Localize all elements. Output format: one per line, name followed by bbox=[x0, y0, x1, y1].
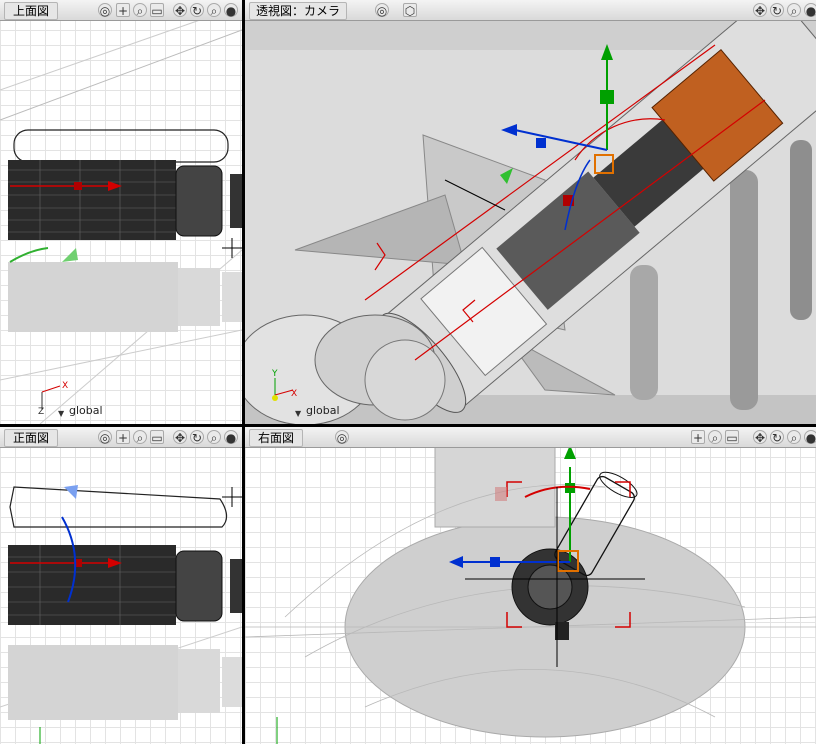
svg-text:Z: Z bbox=[38, 407, 44, 417]
rotate-icon[interactable]: ↻ bbox=[190, 430, 204, 445]
cube-icon[interactable]: ⬡ bbox=[403, 3, 417, 18]
magnify-icon[interactable]: ⌕ bbox=[787, 430, 801, 445]
pan-icon[interactable]: ✥ bbox=[173, 430, 187, 445]
pan-icon[interactable]: ✥ bbox=[173, 3, 187, 18]
sphere-icon[interactable]: ● bbox=[804, 430, 816, 445]
camera-icon[interactable]: ▭ bbox=[150, 3, 164, 18]
svg-text:X: X bbox=[62, 381, 68, 391]
viewport-header: 透視図：カメラ ◎ ⬡ ✥ ↻ ⌕ ● bbox=[245, 0, 816, 21]
spiral-icon[interactable]: ◎ bbox=[98, 3, 112, 18]
viewport-title[interactable]: 透視図：カメラ bbox=[249, 2, 348, 20]
coordinate-system-label[interactable]: global bbox=[69, 404, 103, 417]
zoom-icon[interactable]: ⌕ bbox=[708, 430, 722, 445]
sphere-icon[interactable]: ● bbox=[224, 430, 238, 445]
viewport-title[interactable]: 正面図 bbox=[4, 429, 59, 447]
top-viewport[interactable]: 上面図 ◎ + ⌕ ▭ ✥ ↻ ⌕ ● X Z ▼ global bbox=[0, 0, 242, 424]
viewport-header: 上面図 ◎ + ⌕ ▭ ✥ ↻ ⌕ ● bbox=[0, 0, 242, 21]
outline-body bbox=[13, 129, 229, 163]
gizmo-center bbox=[74, 182, 82, 190]
sphere-icon[interactable]: ● bbox=[224, 3, 238, 18]
zoom-icon[interactable]: ⌕ bbox=[133, 3, 147, 18]
move-icon[interactable]: + bbox=[116, 3, 130, 18]
camera-icon[interactable]: ▭ bbox=[150, 430, 164, 445]
ghost-body bbox=[8, 262, 178, 332]
viewport-separator-vertical[interactable] bbox=[242, 0, 245, 744]
viewport-separator-horizontal[interactable] bbox=[0, 424, 816, 427]
move-icon[interactable]: + bbox=[116, 430, 130, 445]
spiral-icon[interactable]: ◎ bbox=[335, 430, 349, 445]
zoom-icon[interactable]: ⌕ bbox=[133, 430, 147, 445]
viewport-header: 右面図 ◎ + ⌕ ▭ ✥ ↻ ⌕ ● bbox=[245, 427, 816, 448]
dropdown-icon[interactable]: ▼ bbox=[295, 409, 301, 418]
pan-icon[interactable]: ✥ bbox=[753, 3, 767, 18]
dropdown-icon[interactable]: ▼ bbox=[58, 409, 64, 418]
rotate-icon[interactable]: ↻ bbox=[770, 430, 784, 445]
top-view-scene: X Z bbox=[0, 19, 242, 424]
viewport-title[interactable]: 右面図 bbox=[249, 429, 304, 447]
spiral-icon[interactable]: ◎ bbox=[98, 430, 112, 445]
perspective-scene: Y X bbox=[245, 0, 816, 424]
viewport-header: 正面図 ◎ + ⌕ ▭ ✥ ↻ ⌕ ● bbox=[0, 427, 242, 448]
coordinate-system-label[interactable]: global bbox=[306, 404, 340, 417]
perspective-viewport[interactable]: 透視図：カメラ ◎ ⬡ ✥ ↻ ⌕ ● Y X ▼ global bbox=[245, 0, 816, 424]
rotate-icon[interactable]: ↻ bbox=[770, 3, 784, 18]
move-icon[interactable]: + bbox=[691, 430, 705, 445]
svg-text:X: X bbox=[291, 389, 297, 399]
right-view-scene bbox=[245, 445, 816, 744]
rotate-icon[interactable]: ↻ bbox=[190, 3, 204, 18]
front-viewport[interactable]: 正面図 ◎ + ⌕ ▭ ✥ ↻ ⌕ ● bbox=[0, 427, 242, 744]
svg-text:Y: Y bbox=[271, 369, 278, 379]
pan-icon[interactable]: ✥ bbox=[753, 430, 767, 445]
right-viewport[interactable]: 右面図 ◎ + ⌕ ▭ ✥ ↻ ⌕ ● bbox=[245, 427, 816, 744]
magnify-icon[interactable]: ⌕ bbox=[207, 430, 221, 445]
camera-icon[interactable]: ▭ bbox=[725, 430, 739, 445]
magnify-icon[interactable]: ⌕ bbox=[207, 3, 221, 18]
sphere-icon[interactable]: ● bbox=[804, 3, 816, 18]
magnify-icon[interactable]: ⌕ bbox=[787, 3, 801, 18]
viewport-title[interactable]: 上面図 bbox=[4, 2, 59, 20]
wire-body bbox=[8, 160, 176, 240]
spiral-icon[interactable]: ◎ bbox=[375, 3, 389, 18]
front-view-scene bbox=[0, 485, 242, 744]
